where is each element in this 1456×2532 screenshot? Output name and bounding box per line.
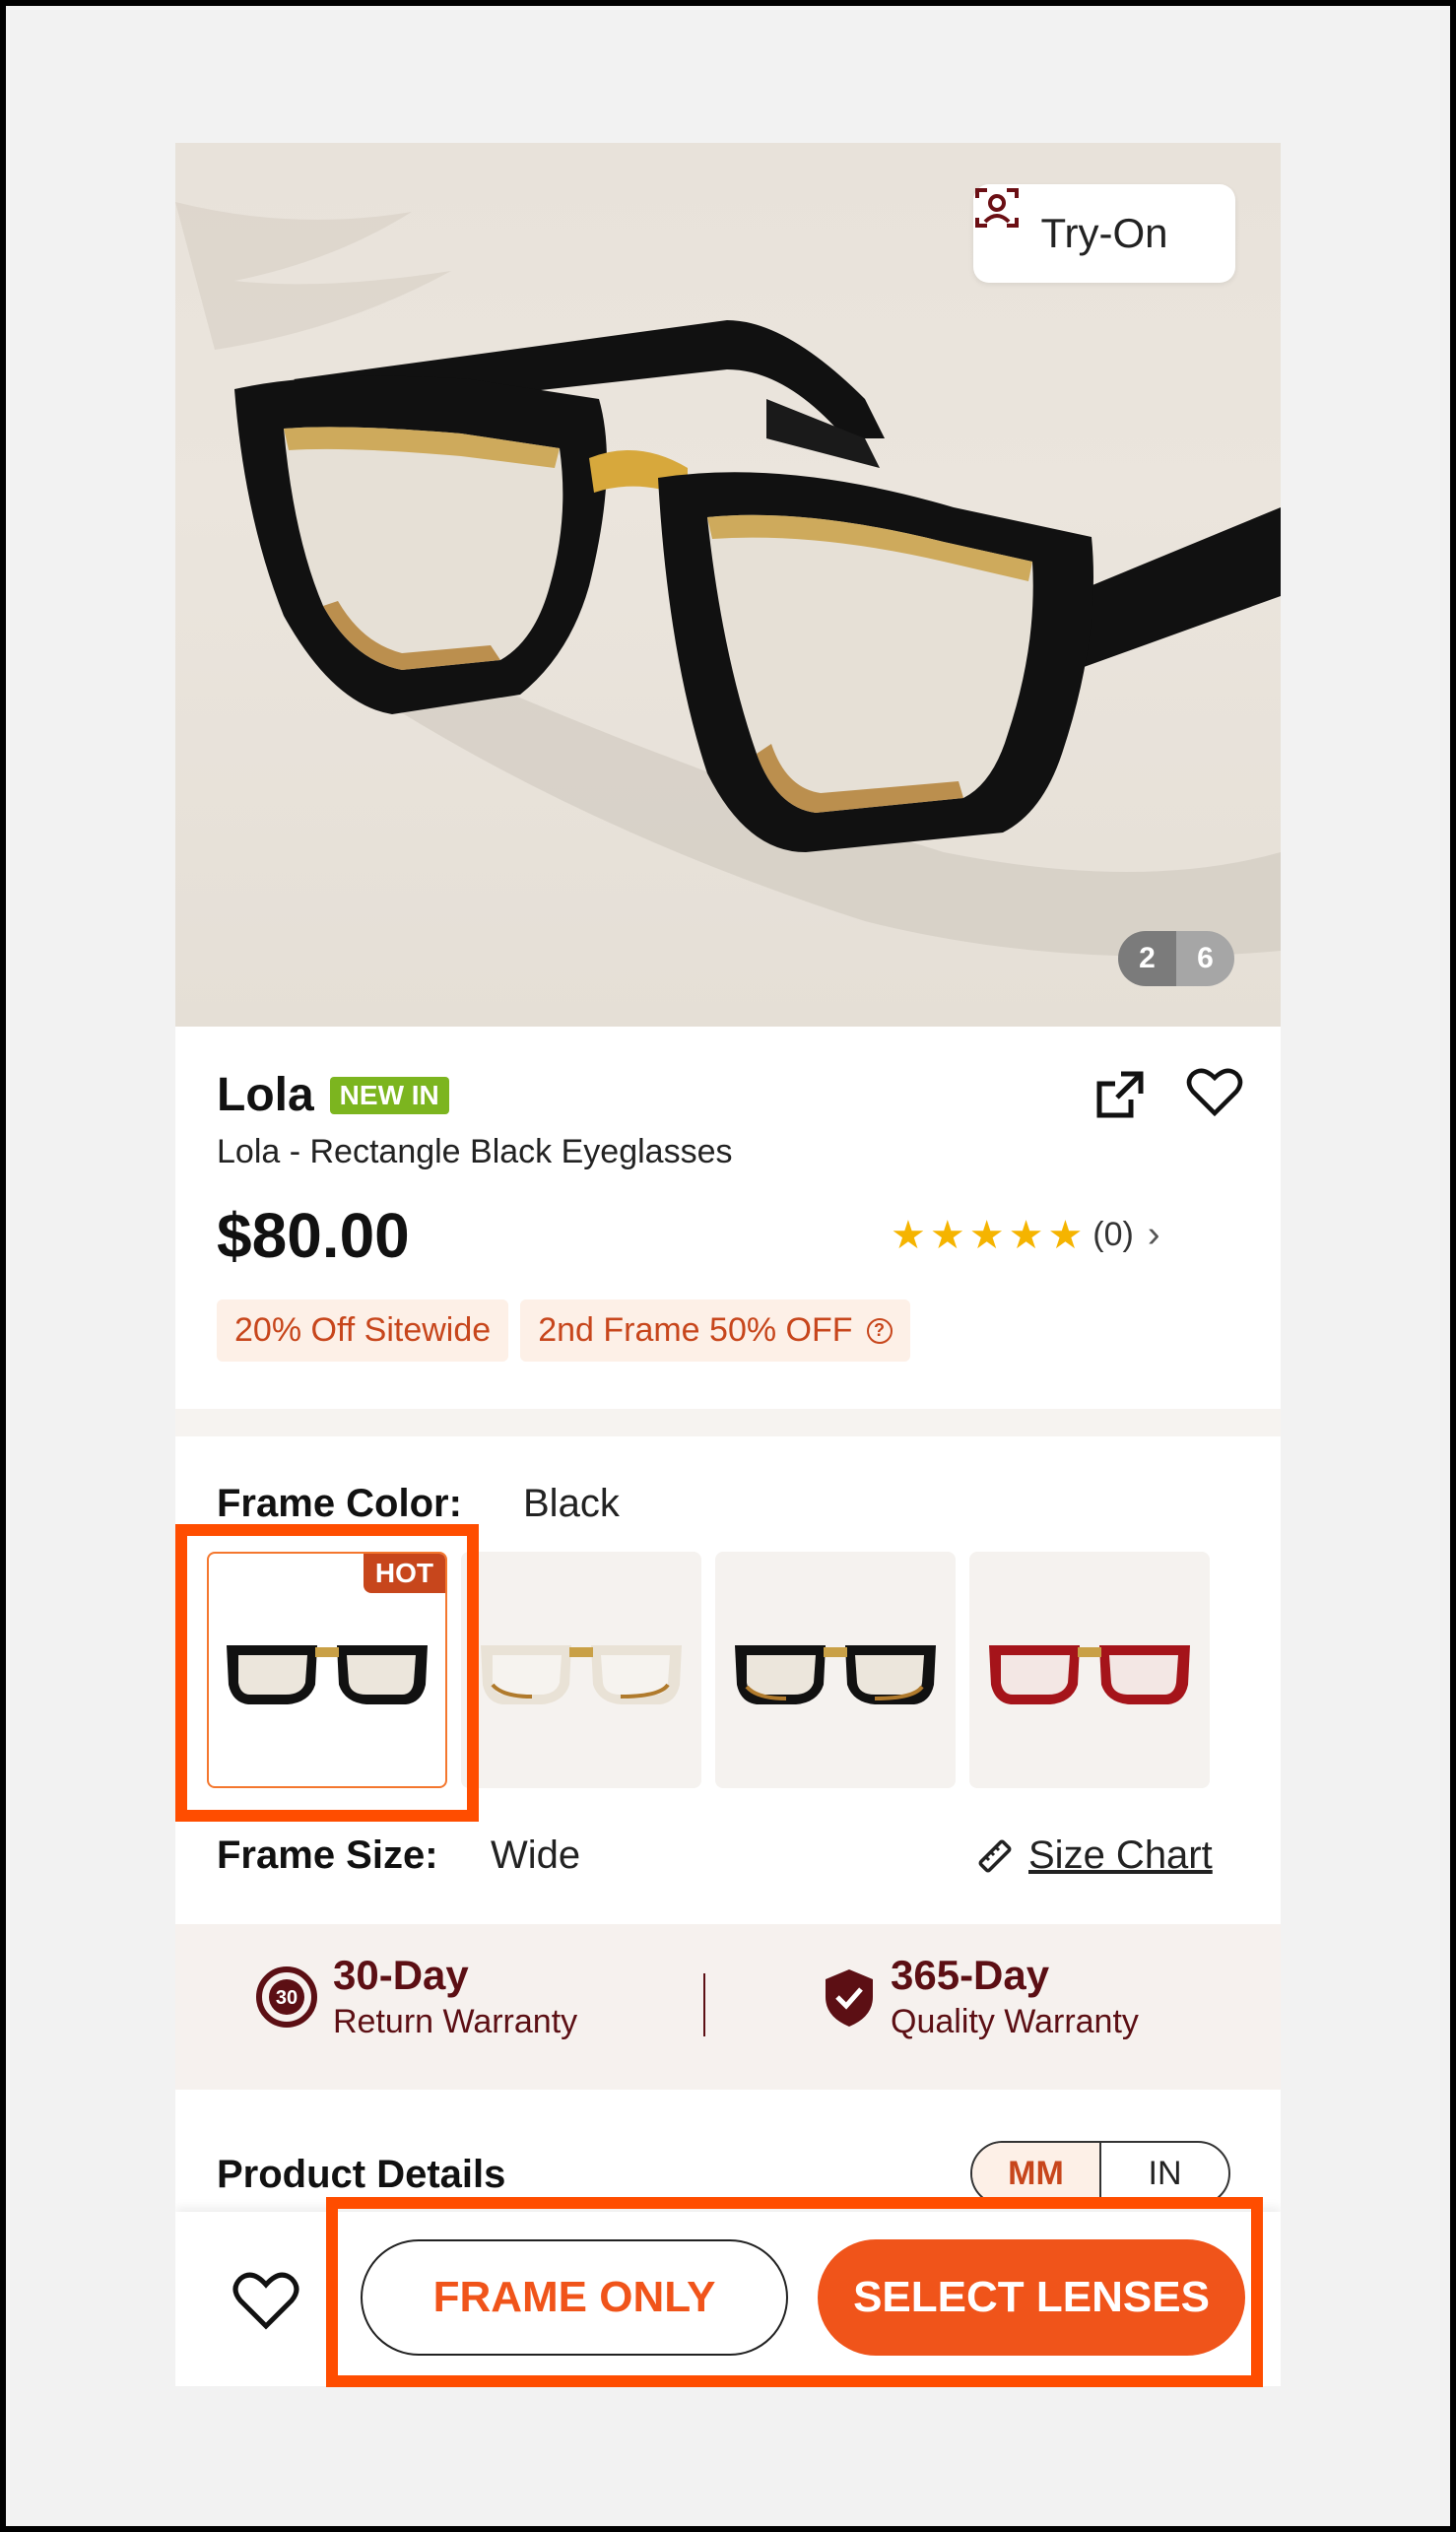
- frame-size-label: Frame Size:: [217, 1833, 438, 1877]
- glasses-thumbnail: [989, 1645, 1190, 1704]
- size-chart-link[interactable]: Size Chart: [975, 1833, 1213, 1878]
- warranty-divider: [703, 1973, 705, 2036]
- quality-label: Quality Warranty: [891, 2003, 1139, 2040]
- product-info: Lola NEW IN Lola - Rectangle Black Eyegl…: [175, 1027, 1281, 1409]
- bottom-action-bar: FRAME ONLY SELECT LENSES: [175, 2212, 1281, 2386]
- swatch-clear[interactable]: [461, 1552, 701, 1788]
- swatch-black[interactable]: HOT: [207, 1552, 447, 1788]
- promo-label: 20% Off Sitewide: [234, 1311, 492, 1349]
- try-on-label: Try-On: [1040, 210, 1168, 256]
- wishlist-heart-icon[interactable]: [231, 2269, 301, 2332]
- warranty-band: 30 30-Day Return Warranty 365-Day Qualit…: [175, 1924, 1281, 2090]
- section-divider: [175, 1409, 1281, 1436]
- frame-color-value: Black: [523, 1482, 620, 1525]
- unit-mm-button[interactable]: MM: [972, 2143, 1101, 2204]
- product-price: $80.00: [217, 1200, 410, 1271]
- image-total: 6: [1176, 931, 1234, 986]
- glasses-thumbnail: [481, 1645, 682, 1704]
- product-name: Lola: [217, 1069, 314, 1121]
- swatch-red[interactable]: [969, 1552, 1210, 1788]
- frame-color-label: Frame Color:: [217, 1482, 462, 1525]
- promo-second-frame[interactable]: 2nd Frame 50% OFF ?: [520, 1299, 910, 1362]
- unit-in-button[interactable]: IN: [1101, 2143, 1228, 2204]
- frame-only-button[interactable]: FRAME ONLY: [361, 2239, 788, 2356]
- product-page: Try-On 2 6 Lola NEW IN Lola - Rectangle …: [175, 143, 1281, 2386]
- promo-sitewide: 20% Off Sitewide: [217, 1299, 509, 1362]
- promo-tags: 20% Off Sitewide 2nd Frame 50% OFF ?: [217, 1299, 910, 1362]
- star-icon: ★: [929, 1213, 965, 1257]
- star-icon: ★: [968, 1213, 1005, 1257]
- hot-badge: HOT: [363, 1554, 445, 1593]
- try-on-button[interactable]: Try-On: [973, 184, 1235, 283]
- star-icon: ★: [891, 1213, 926, 1257]
- color-swatches: HOT: [207, 1552, 1210, 1788]
- new-in-badge: NEW IN: [329, 1076, 449, 1114]
- promo-label: 2nd Frame 50% OFF: [538, 1311, 853, 1349]
- ruler-icon: [978, 1839, 1012, 1872]
- image-counter: 2 6: [1118, 931, 1234, 986]
- review-count: (0): [1092, 1216, 1134, 1253]
- frame-size-value: Wide: [491, 1833, 581, 1877]
- product-image[interactable]: Try-On 2 6: [175, 143, 1281, 1027]
- quality-days: 365-Day: [891, 1952, 1050, 1998]
- select-lenses-button[interactable]: SELECT LENSES: [818, 2239, 1245, 2356]
- return-30-icon: 30: [256, 1966, 317, 2028]
- chevron-right-icon: ›: [1147, 1214, 1160, 1255]
- star-icon: ★: [1008, 1213, 1044, 1257]
- wishlist-heart-icon[interactable]: [1185, 1064, 1244, 1119]
- face-scan-icon: [975, 188, 1019, 228]
- glasses-thumbnail: [735, 1645, 936, 1704]
- image-current: 2: [1118, 931, 1176, 986]
- product-details-heading: Product Details: [217, 2153, 506, 2196]
- return-label: Return Warranty: [333, 2003, 578, 2040]
- return-icon-text: 30: [276, 1987, 298, 2009]
- share-icon[interactable]: [1092, 1066, 1149, 1123]
- star-icon: ★: [1047, 1213, 1084, 1257]
- return-days: 30-Day: [333, 1952, 469, 1998]
- shield-check-icon: [826, 1968, 873, 2027]
- return-warranty: 30 30-Day Return Warranty: [254, 1952, 577, 2041]
- rating[interactable]: ★ ★ ★ ★ ★ (0) ›: [891, 1214, 1160, 1256]
- swatch-black-tortoise[interactable]: [715, 1552, 956, 1788]
- glasses-thumbnail: [227, 1645, 428, 1704]
- quality-warranty: 365-Day Quality Warranty: [822, 1952, 1139, 2041]
- product-subtitle: Lola - Rectangle Black Eyeglasses: [217, 1133, 733, 1170]
- size-chart-label: Size Chart: [1028, 1833, 1213, 1877]
- question-icon[interactable]: ?: [866, 1317, 893, 1344]
- unit-toggle: MM IN: [970, 2141, 1230, 2206]
